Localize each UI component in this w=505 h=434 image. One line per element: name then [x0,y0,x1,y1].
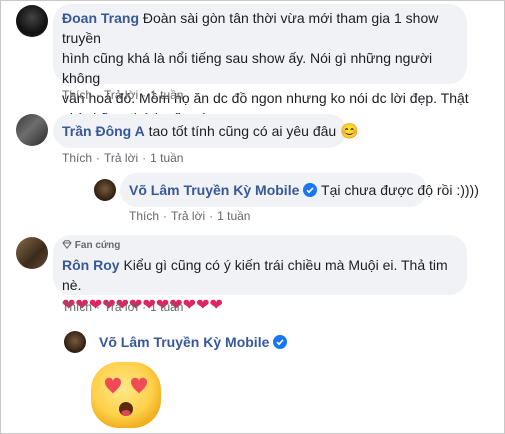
avatar[interactable] [16,237,48,269]
like-link[interactable]: Thích [129,209,159,223]
like-link[interactable]: Thích [62,151,92,165]
avatar[interactable] [16,114,48,146]
fan-badge-label: Fan cứng [74,240,121,251]
comment-actions: Thích · Trả lời · 1 tuần [62,151,184,165]
comment-actions: Thích · Trả lời · 1 tuần [62,300,184,314]
timestamp[interactable]: 1 tuần [150,151,183,165]
comment-actions: Thích · Trả lời · 1 tuần [129,209,251,223]
comment-author[interactable]: Trần Đông A [62,123,145,139]
timestamp[interactable]: 1 tuần [150,300,183,314]
reply-link[interactable]: Trả lời [104,88,138,102]
verified-badge-icon [273,335,288,349]
reply-link[interactable]: Trả lời [104,151,138,165]
comment-body: tao tốt tính cũng có ai yêu đâu [148,123,337,139]
comment-text: Võ Lâm Truyền Kỳ Mobile Tại chưa được độ… [129,180,479,200]
diamond-icon [62,240,72,250]
verified-badge-icon [303,183,318,197]
heart-eyes-emoji-icon [91,362,161,428]
comment-author[interactable]: Đoan Trang [62,10,139,26]
comment-author[interactable]: Võ Lâm Truyền Kỳ Mobile [129,182,299,198]
avatar[interactable] [16,5,48,37]
fan-badge: Fan cứng [62,240,120,251]
comment-body: Tại chưa được độ rồi :)))) [321,182,479,198]
comment-body: Kiểu gì cũng có ý kiến trái chiều mà Muộ… [62,257,448,293]
comment-author[interactable]: Võ Lâm Truyền Kỳ Mobile [99,334,269,350]
comment-text: Đoan Trang Đoàn sài gòn tân thời vừa mới… [62,8,472,128]
avatar[interactable] [64,331,86,353]
like-link[interactable]: Thích [62,300,92,314]
comment-actions: Thích · Trả lời · 1 tuần [62,88,184,102]
avatar[interactable] [94,179,116,201]
smile-emoji-icon: 😊 [340,123,359,140]
timestamp[interactable]: 1 tuần [217,209,250,223]
comment-author-row: Võ Lâm Truyền Kỳ Mobile [99,332,288,352]
comment-text: Trần Đông A tao tốt tính cũng có ai yêu … [62,121,359,142]
reply-link[interactable]: Trả lời [171,209,205,223]
reply-link[interactable]: Trả lời [104,300,138,314]
comment-author[interactable]: Rôn Roy [62,257,120,273]
comment-line: hình cũng khá là nổi tiếng sau show ấy. … [62,50,433,86]
like-link[interactable]: Thích [62,88,92,102]
timestamp[interactable]: 1 tuần [150,88,183,102]
